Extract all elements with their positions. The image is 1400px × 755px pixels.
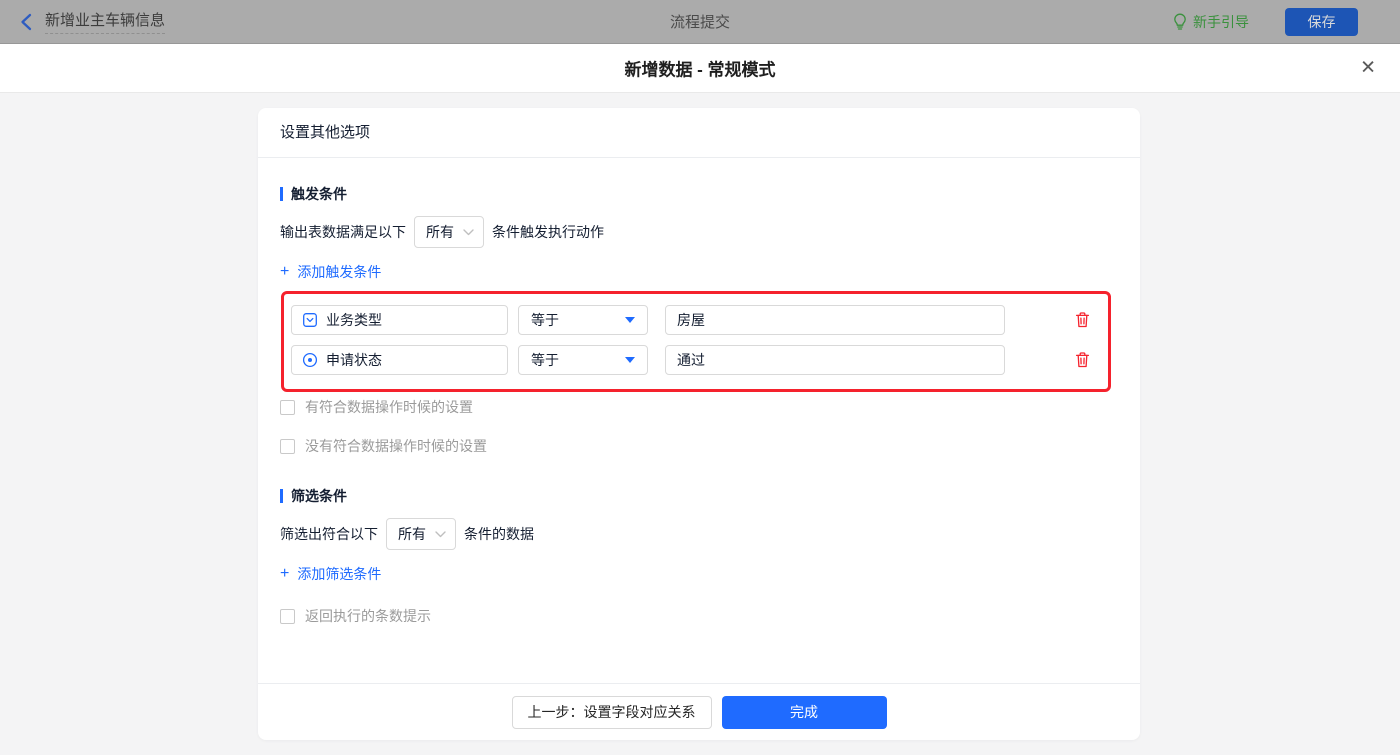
trigger-section-label: 触发条件 <box>291 186 347 202</box>
done-button[interactable]: 完成 <box>721 695 887 729</box>
condition-row: 业务类型 等于 <box>291 305 1093 335</box>
condition-value-input[interactable] <box>665 345 1005 375</box>
add-filter-condition-link[interactable]: + 添加筛选条件 <box>280 564 381 584</box>
add-trigger-condition-link[interactable]: + 添加触发条件 <box>280 262 381 282</box>
condition-operator-label: 等于 <box>531 352 559 368</box>
condition-value-input[interactable] <box>665 305 1005 335</box>
dialog-title: 新增数据 - 常规模式 <box>624 60 776 80</box>
topbar-right: 新手引导 保存 <box>1173 7 1358 36</box>
save-button[interactable]: 保存 <box>1285 7 1358 36</box>
count-tip-option[interactable]: 返回执行的条数提示 <box>280 606 431 626</box>
chevron-left-icon <box>21 13 32 30</box>
topbar-center-title: 流程提交 <box>669 14 731 31</box>
card-content: 触发条件 输出表数据满足以下 所有 条件触发执行动作 + 添加触发条件 业务类型… <box>258 158 1140 626</box>
caret-down-icon <box>625 317 635 323</box>
topbar-left: 新增业主车辆信息 <box>20 9 166 34</box>
beginner-guide-link[interactable]: 新手引导 <box>1173 12 1249 32</box>
dialog-body: 设置其他选项 触发条件 输出表数据满足以下 所有 条件触发执行动作 + 添加触发… <box>0 93 1400 755</box>
highlighted-conditions-box: 业务类型 等于 房屋 申请状态 等于 通过 <box>281 291 1111 392</box>
add-trigger-condition-label: 添加触发条件 <box>297 264 382 280</box>
close-icon[interactable]: ✕ <box>1360 59 1376 78</box>
condition-field-label: 申请状态 <box>326 352 382 368</box>
options-card: 设置其他选项 触发条件 输出表数据满足以下 所有 条件触发执行动作 + 添加触发… <box>258 108 1140 740</box>
condition-operator-label: 等于 <box>531 312 559 328</box>
trigger-section-title: 触发条件 <box>280 184 1118 204</box>
chevron-down-icon <box>463 228 474 235</box>
no-match-option[interactable]: 没有符合数据操作时候的设置 <box>280 436 487 456</box>
section-accent-bar <box>280 489 283 503</box>
lightbulb-icon <box>1174 13 1186 30</box>
filter-sentence: 筛选出符合以下 所有 条件的数据 <box>280 518 1118 550</box>
add-filter-condition-label: 添加筛选条件 <box>297 566 382 582</box>
trigger-sentence-prefix: 输出表数据满足以下 <box>280 224 406 240</box>
topbar: 新增业主车辆信息 流程提交 新手引导 保存 <box>0 0 1400 44</box>
caret-down-icon <box>625 357 635 363</box>
condition-operator-select[interactable]: 等于 <box>518 305 648 335</box>
filter-section-label: 筛选条件 <box>291 488 347 504</box>
condition-row: 申请状态 等于 <box>291 345 1093 375</box>
trigger-sentence: 输出表数据满足以下 所有 条件触发执行动作 <box>280 216 1118 248</box>
filter-sentence-prefix: 筛选出符合以下 <box>280 526 378 542</box>
delete-condition-button[interactable] <box>1075 352 1090 368</box>
checkbox-unchecked[interactable] <box>280 608 295 624</box>
screen: 新增业主车辆信息 流程提交 新手引导 保存 新增数据 - 常规模式 ✕ 设置其他… <box>0 0 1400 755</box>
trigger-match-select[interactable]: 所有 <box>414 216 484 248</box>
select-field-icon <box>303 313 317 327</box>
condition-field-select[interactable]: 申请状态 <box>291 345 508 375</box>
count-tip-label: 返回执行的条数提示 <box>305 608 431 624</box>
plus-icon: + <box>280 565 290 582</box>
filter-section-title: 筛选条件 <box>280 486 1118 506</box>
filter-match-value: 所有 <box>398 526 426 542</box>
trash-icon <box>1075 352 1090 368</box>
condition-field-select[interactable]: 业务类型 <box>291 305 508 335</box>
trigger-match-value: 所有 <box>426 224 454 240</box>
card-header-title: 设置其他选项 <box>258 108 1140 158</box>
plus-icon: + <box>280 263 290 280</box>
checkbox-unchecked[interactable] <box>280 438 295 454</box>
chevron-down-icon <box>435 530 446 537</box>
condition-operator-select[interactable]: 等于 <box>518 345 648 375</box>
section-accent-bar <box>280 187 283 201</box>
no-match-label: 没有符合数据操作时候的设置 <box>305 438 487 454</box>
condition-field-label: 业务类型 <box>326 312 382 328</box>
flow-node-title[interactable]: 新增业主车辆信息 <box>45 9 166 34</box>
filter-sentence-suffix: 条件的数据 <box>464 526 534 542</box>
has-match-label: 有符合数据操作时候的设置 <box>305 399 473 415</box>
delete-condition-button[interactable] <box>1075 312 1090 328</box>
card-footer: 上一步：设置字段对应关系 完成 <box>258 683 1140 740</box>
radio-field-icon <box>302 352 318 368</box>
guide-label: 新手引导 <box>1193 13 1249 30</box>
filter-match-select[interactable]: 所有 <box>386 518 456 550</box>
dialog-header: 新增数据 - 常规模式 ✕ <box>0 44 1400 93</box>
back-button[interactable] <box>20 13 33 31</box>
trash-icon <box>1075 312 1090 328</box>
previous-step-button[interactable]: 上一步：设置字段对应关系 <box>511 695 712 729</box>
checkbox-unchecked[interactable] <box>280 399 295 415</box>
trigger-sentence-suffix: 条件触发执行动作 <box>492 224 604 240</box>
has-match-option[interactable]: 有符合数据操作时候的设置 <box>280 397 473 417</box>
